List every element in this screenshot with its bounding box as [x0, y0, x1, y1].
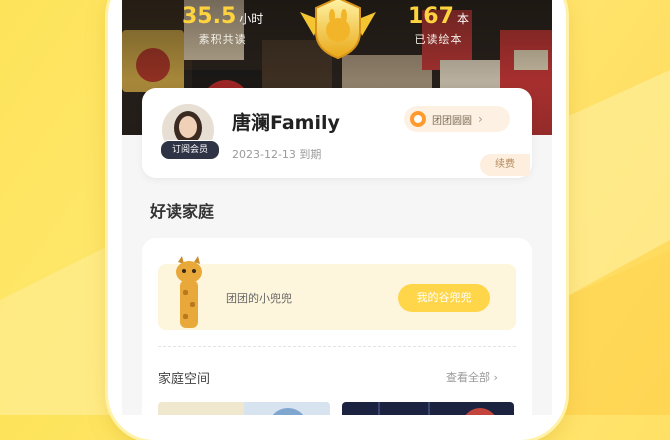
trophy-badge-icon [300, 0, 376, 60]
books-read-label: 已读绘本 [414, 33, 463, 46]
family-card: 团团的小兜兜 我的谷兜兜 家庭空间 查看全部 › [142, 238, 532, 415]
pet-name: 团团的小兜兜 [226, 292, 292, 305]
member-tag: 订阅会员 [160, 140, 220, 160]
books-read-stat: 167 本 已读绘本 [408, 4, 469, 47]
reading-hours-stat: 35.5 小时 素积共读 [182, 4, 263, 47]
giraffe-mascot-icon [176, 256, 202, 328]
app-screen: 35.5 小时 素积共读 167 本 已读绘本 订阅会员 唐澜Family 20… [122, 0, 552, 415]
reading-hours-label: 素积共读 [198, 33, 247, 46]
divider [158, 346, 516, 347]
family-space-thumbnail[interactable] [342, 402, 514, 415]
group-pill-button[interactable]: 团团圆圆 › [404, 106, 510, 132]
renew-button[interactable]: 续费 [480, 154, 530, 176]
chevron-right-icon: › [493, 371, 498, 384]
pet-banner[interactable]: 团团的小兜兜 我的谷兜兜 [158, 256, 516, 330]
books-read-unit: 本 [456, 12, 469, 26]
reading-hours-value: 35.5 [182, 4, 237, 29]
family-space-thumbnail[interactable] [158, 402, 330, 415]
group-dot-icon [410, 111, 426, 127]
reading-hours-unit: 小时 [239, 12, 264, 26]
my-pet-button[interactable]: 我的谷兜兜 [398, 284, 490, 312]
membership-expiry: 2023-12-13 到期 [232, 148, 322, 161]
profile-card: 订阅会员 唐澜Family 2023-12-13 到期 团团圆圆 › [142, 88, 532, 178]
view-all-label: 查看全部 [446, 371, 490, 384]
group-pill-label: 团团圆圆 [432, 115, 472, 127]
view-all-link[interactable]: 查看全部 › [446, 369, 498, 385]
family-space-title: 家庭空间 [158, 372, 211, 387]
books-read-value: 167 [408, 4, 454, 29]
section-title: 好读家庭 [150, 202, 215, 221]
chevron-right-icon: › [478, 112, 483, 126]
profile-name: 唐澜Family [232, 112, 340, 134]
